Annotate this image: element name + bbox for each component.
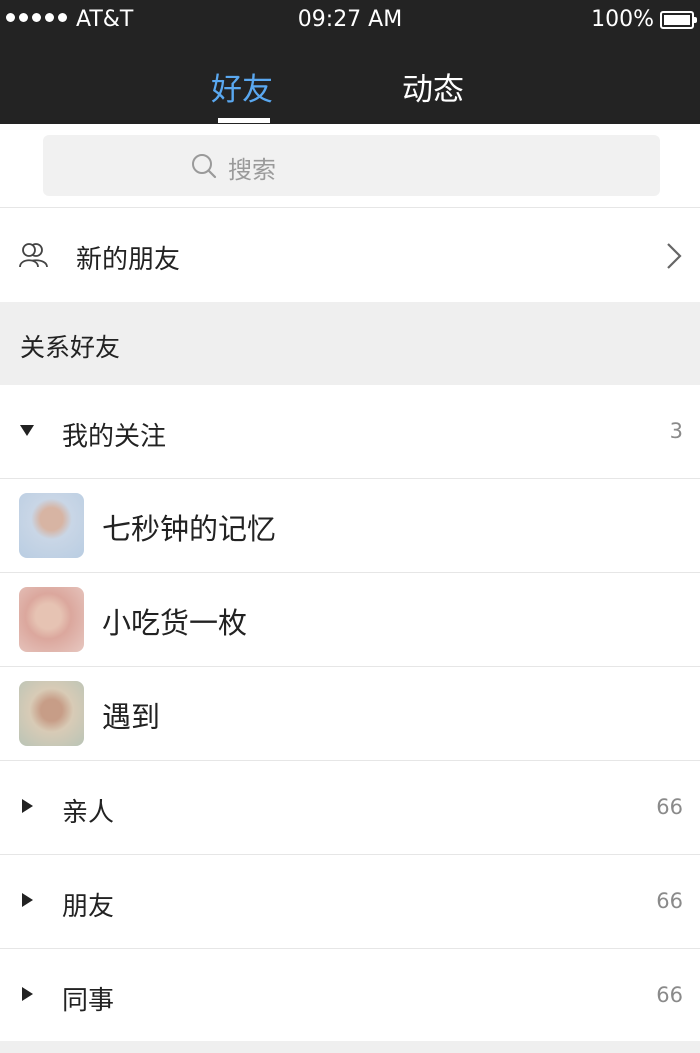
chevron-right-icon <box>667 243 682 269</box>
friend-item[interactable]: 七秒钟的记忆 <box>0 479 700 573</box>
group-label: 亲人 <box>62 798 115 828</box>
tab-friends[interactable]: 好友 <box>211 64 273 109</box>
triangle-down-icon <box>20 425 34 436</box>
friend-item[interactable]: 小吃货一枚 <box>0 573 700 667</box>
group-count: 3 <box>669 419 683 443</box>
friend-name: 遇到 <box>102 700 161 734</box>
group-count: 66 <box>656 795 683 819</box>
group-count: 66 <box>656 983 683 1007</box>
battery-icon <box>660 11 697 29</box>
group-row-colleagues[interactable]: 同事 66 <box>0 949 700 1043</box>
avatar <box>19 587 84 652</box>
avatar <box>19 681 84 746</box>
section-title: 关系好友 <box>20 333 121 362</box>
friend-item[interactable]: 遇到 <box>0 667 700 761</box>
friends-icon <box>19 243 48 268</box>
battery-percent: 100% <box>591 7 654 32</box>
section-header: 关系好友 <box>0 302 700 385</box>
search-input[interactable]: 搜索 <box>43 135 660 196</box>
app-header: AT&T 09:27 AM 100% 好友 动态 <box>0 0 700 124</box>
group-label: 同事 <box>62 986 115 1016</box>
triangle-right-icon <box>22 799 33 813</box>
group-row-following[interactable]: 我的关注 3 <box>0 385 700 479</box>
new-friends-label: 新的朋友 <box>76 245 181 275</box>
group-row-friends[interactable]: 朋友 66 <box>0 855 700 949</box>
group-count: 66 <box>656 889 683 913</box>
avatar <box>19 493 84 558</box>
friend-name: 七秒钟的记忆 <box>102 512 277 546</box>
search-section: 搜索 <box>0 124 700 208</box>
triangle-right-icon <box>22 987 33 1001</box>
search-placeholder: 搜索 <box>228 156 276 184</box>
tab-moments[interactable]: 动态 <box>402 64 464 109</box>
status-bar: AT&T 09:27 AM 100% <box>0 0 700 40</box>
friend-name: 小吃货一枚 <box>102 606 248 640</box>
group-label: 朋友 <box>62 892 115 922</box>
bottom-bar <box>0 1041 700 1053</box>
triangle-right-icon <box>22 893 33 907</box>
group-row-family[interactable]: 亲人 66 <box>0 761 700 855</box>
new-friends-item[interactable]: 新的朋友 <box>0 209 700 302</box>
active-tab-indicator <box>218 118 270 123</box>
group-label: 我的关注 <box>62 422 167 452</box>
search-icon <box>192 154 217 179</box>
